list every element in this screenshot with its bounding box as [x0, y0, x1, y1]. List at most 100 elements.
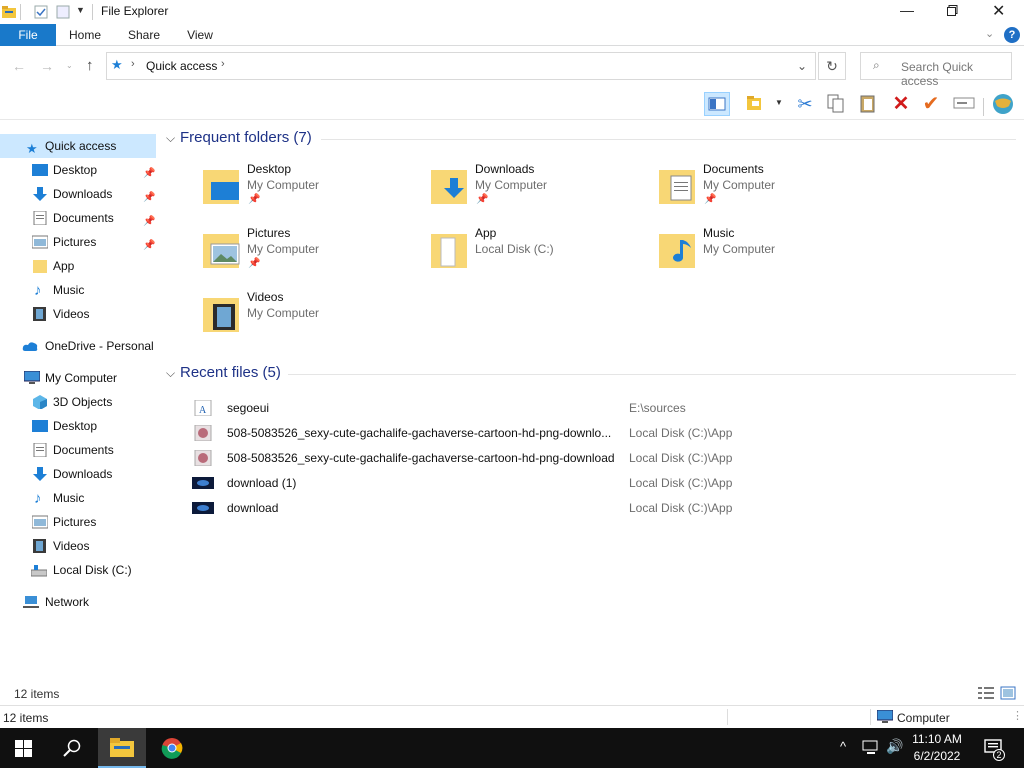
nav-pc-videos[interactable]: Videos — [0, 534, 156, 558]
details-view-icon[interactable] — [978, 686, 994, 700]
back-button[interactable]: ← — [12, 58, 26, 74]
recent-file-row[interactable]: 508-5083526_sexy-cute-gachalife-gachaver… — [192, 446, 1012, 470]
nav-pc-3d-objects[interactable]: 3D Objects — [0, 390, 156, 414]
preview-pane-button[interactable] — [704, 92, 730, 116]
search-icon[interactable] — [63, 739, 81, 757]
recent-file-row[interactable]: A segoeui E:\sources — [192, 396, 1012, 420]
chrome-icon[interactable] — [161, 737, 183, 759]
folder-tile-videos[interactable]: Videos My Computer — [201, 290, 421, 350]
folder-name: Music — [703, 226, 735, 240]
copy-icon[interactable] — [824, 92, 850, 116]
refresh-button[interactable]: ↻ — [818, 52, 846, 80]
recent-file-row[interactable]: download (1) Local Disk (C:)\App — [192, 471, 1012, 495]
folder-tile-desktop[interactable]: Desktop My Computer 📌 — [201, 162, 421, 222]
nav-pc-local-disk[interactable]: Local Disk (C:) — [0, 558, 156, 582]
nav-pc-desktop[interactable]: Desktop — [0, 414, 156, 438]
new-item-button[interactable] — [744, 92, 770, 116]
recent-file-row[interactable]: download Local Disk (C:)\App — [192, 496, 1012, 520]
paste-icon[interactable] — [856, 92, 882, 116]
recent-locations-button[interactable]: ⌄ — [66, 61, 73, 70]
chevron-right-icon[interactable]: › — [131, 58, 135, 70]
search-box[interactable]: ⌕ Search Quick access — [860, 52, 1012, 88]
picture-icon — [32, 235, 48, 249]
nav-qa-music[interactable]: ♪ Music — [0, 278, 156, 302]
folder-tile-pictures[interactable]: Pictures My Computer 📌 — [201, 226, 421, 286]
new-folder-icon[interactable] — [56, 5, 70, 19]
globe-icon[interactable] — [990, 92, 1016, 116]
pin-icon[interactable]: 📌 — [476, 194, 488, 205]
checkmark-icon[interactable]: ✔ — [918, 92, 944, 116]
tab-file[interactable]: File — [0, 24, 56, 46]
nav-qa-pictures[interactable]: Pictures 📌 — [0, 230, 156, 254]
help-icon[interactable]: ? — [1004, 27, 1020, 43]
properties-icon[interactable] — [34, 5, 48, 19]
cut-icon[interactable]: ✂ — [792, 92, 818, 116]
folder-tile-music[interactable]: Music My Computer — [657, 226, 877, 286]
expand-ribbon-icon[interactable]: ⌄ — [985, 27, 994, 40]
folder-location: My Computer — [247, 306, 320, 320]
minimize-button[interactable]: — — [900, 2, 914, 18]
nav-qa-desktop[interactable]: Desktop 📌 — [0, 158, 156, 182]
folder-name: Desktop — [247, 162, 292, 176]
nav-this-pc[interactable]: My Computer — [0, 366, 156, 390]
file-explorer-icon[interactable] — [2, 5, 16, 19]
pin-icon[interactable]: 📌 — [704, 194, 716, 205]
customize-toolbar-icon[interactable]: ▼ — [76, 5, 85, 15]
folder-tile-app[interactable]: App Local Disk (C:) — [429, 226, 649, 286]
pin-icon[interactable]: 📌 — [248, 194, 260, 205]
nav-label: Pictures — [53, 235, 97, 249]
chevron-up-icon[interactable]: ^ — [840, 739, 846, 754]
address-bar[interactable]: ★ › Quick access › ⌄ — [106, 52, 816, 80]
large-icons-view-icon[interactable] — [1000, 686, 1016, 700]
tab-view[interactable]: View — [180, 24, 220, 46]
nav-pc-music[interactable]: ♪ Music — [0, 486, 156, 510]
resize-grip[interactable]: ⋮ — [1012, 709, 1023, 722]
network-icon[interactable] — [862, 740, 880, 756]
nav-onedrive[interactable]: OneDrive - Personal — [0, 334, 156, 358]
nav-pc-downloads[interactable]: Downloads — [0, 462, 156, 486]
folder-tile-downloads[interactable]: Downloads My Computer 📌 — [429, 162, 649, 222]
navigation-pane: ★ Quick access Desktop 📌 Downloads 📌 Doc… — [0, 122, 156, 682]
tab-share[interactable]: Share — [122, 24, 166, 46]
windows-start-icon[interactable] — [15, 740, 32, 757]
font-file-icon: A — [194, 400, 212, 416]
delete-icon[interactable]: ✕ — [888, 92, 914, 116]
new-item-dropdown-icon[interactable]: ▼ — [775, 98, 783, 107]
nav-label: Quick access — [45, 139, 117, 153]
document-icon — [33, 443, 47, 457]
volume-icon[interactable]: 🔊 — [886, 738, 903, 755]
taskbar-file-explorer[interactable] — [98, 728, 146, 768]
divider — [870, 709, 871, 725]
nav-qa-downloads[interactable]: Downloads 📌 — [0, 182, 156, 206]
nav-label: Documents — [53, 211, 114, 225]
recent-files-header[interactable]: ⌵ Recent files (5) — [166, 364, 281, 381]
address-location[interactable]: Quick access — [146, 59, 217, 73]
nav-qa-videos[interactable]: Videos — [0, 302, 156, 326]
nav-pc-pictures[interactable]: Pictures — [0, 510, 156, 534]
app-folder-icon — [431, 234, 467, 268]
forward-button[interactable]: → — [40, 58, 54, 74]
nav-qa-documents[interactable]: Documents 📌 — [0, 206, 156, 230]
rename-icon[interactable] — [952, 92, 978, 116]
nav-qa-app[interactable]: App — [0, 254, 156, 278]
nav-pc-documents[interactable]: Documents — [0, 438, 156, 462]
divider — [321, 139, 1016, 140]
tab-home[interactable]: Home — [62, 24, 108, 46]
folder-location: Local Disk (C:) — [475, 242, 554, 256]
details-bar: 12 items Computer ⋮ — [0, 705, 1024, 728]
nav-quick-access[interactable]: ★ Quick access — [0, 134, 156, 158]
up-button[interactable]: ↑ — [86, 57, 94, 74]
nav-network[interactable]: Network — [0, 590, 156, 614]
chevron-right-icon[interactable]: › — [221, 58, 225, 70]
recent-file-row[interactable]: 508-5083526_sexy-cute-gachalife-gachaver… — [192, 421, 1012, 445]
folder-tile-documents[interactable]: Documents My Computer 📌 — [657, 162, 877, 222]
chevron-down-icon[interactable]: ⌄ — [797, 59, 807, 73]
clock-date[interactable]: 6/2/2022 — [904, 749, 970, 763]
pin-icon[interactable]: 📌 — [248, 258, 260, 269]
frequent-folders-header[interactable]: ⌵ Frequent folders (7) — [166, 129, 312, 146]
ribbon-tabs: File Home Share View ⌄ ? — [0, 24, 1024, 46]
close-button[interactable]: ✕ — [992, 1, 1005, 21]
maximize-button[interactable] — [947, 5, 958, 16]
clock-time[interactable]: 11:10 AM — [904, 732, 970, 746]
nav-label: Videos — [53, 307, 90, 321]
